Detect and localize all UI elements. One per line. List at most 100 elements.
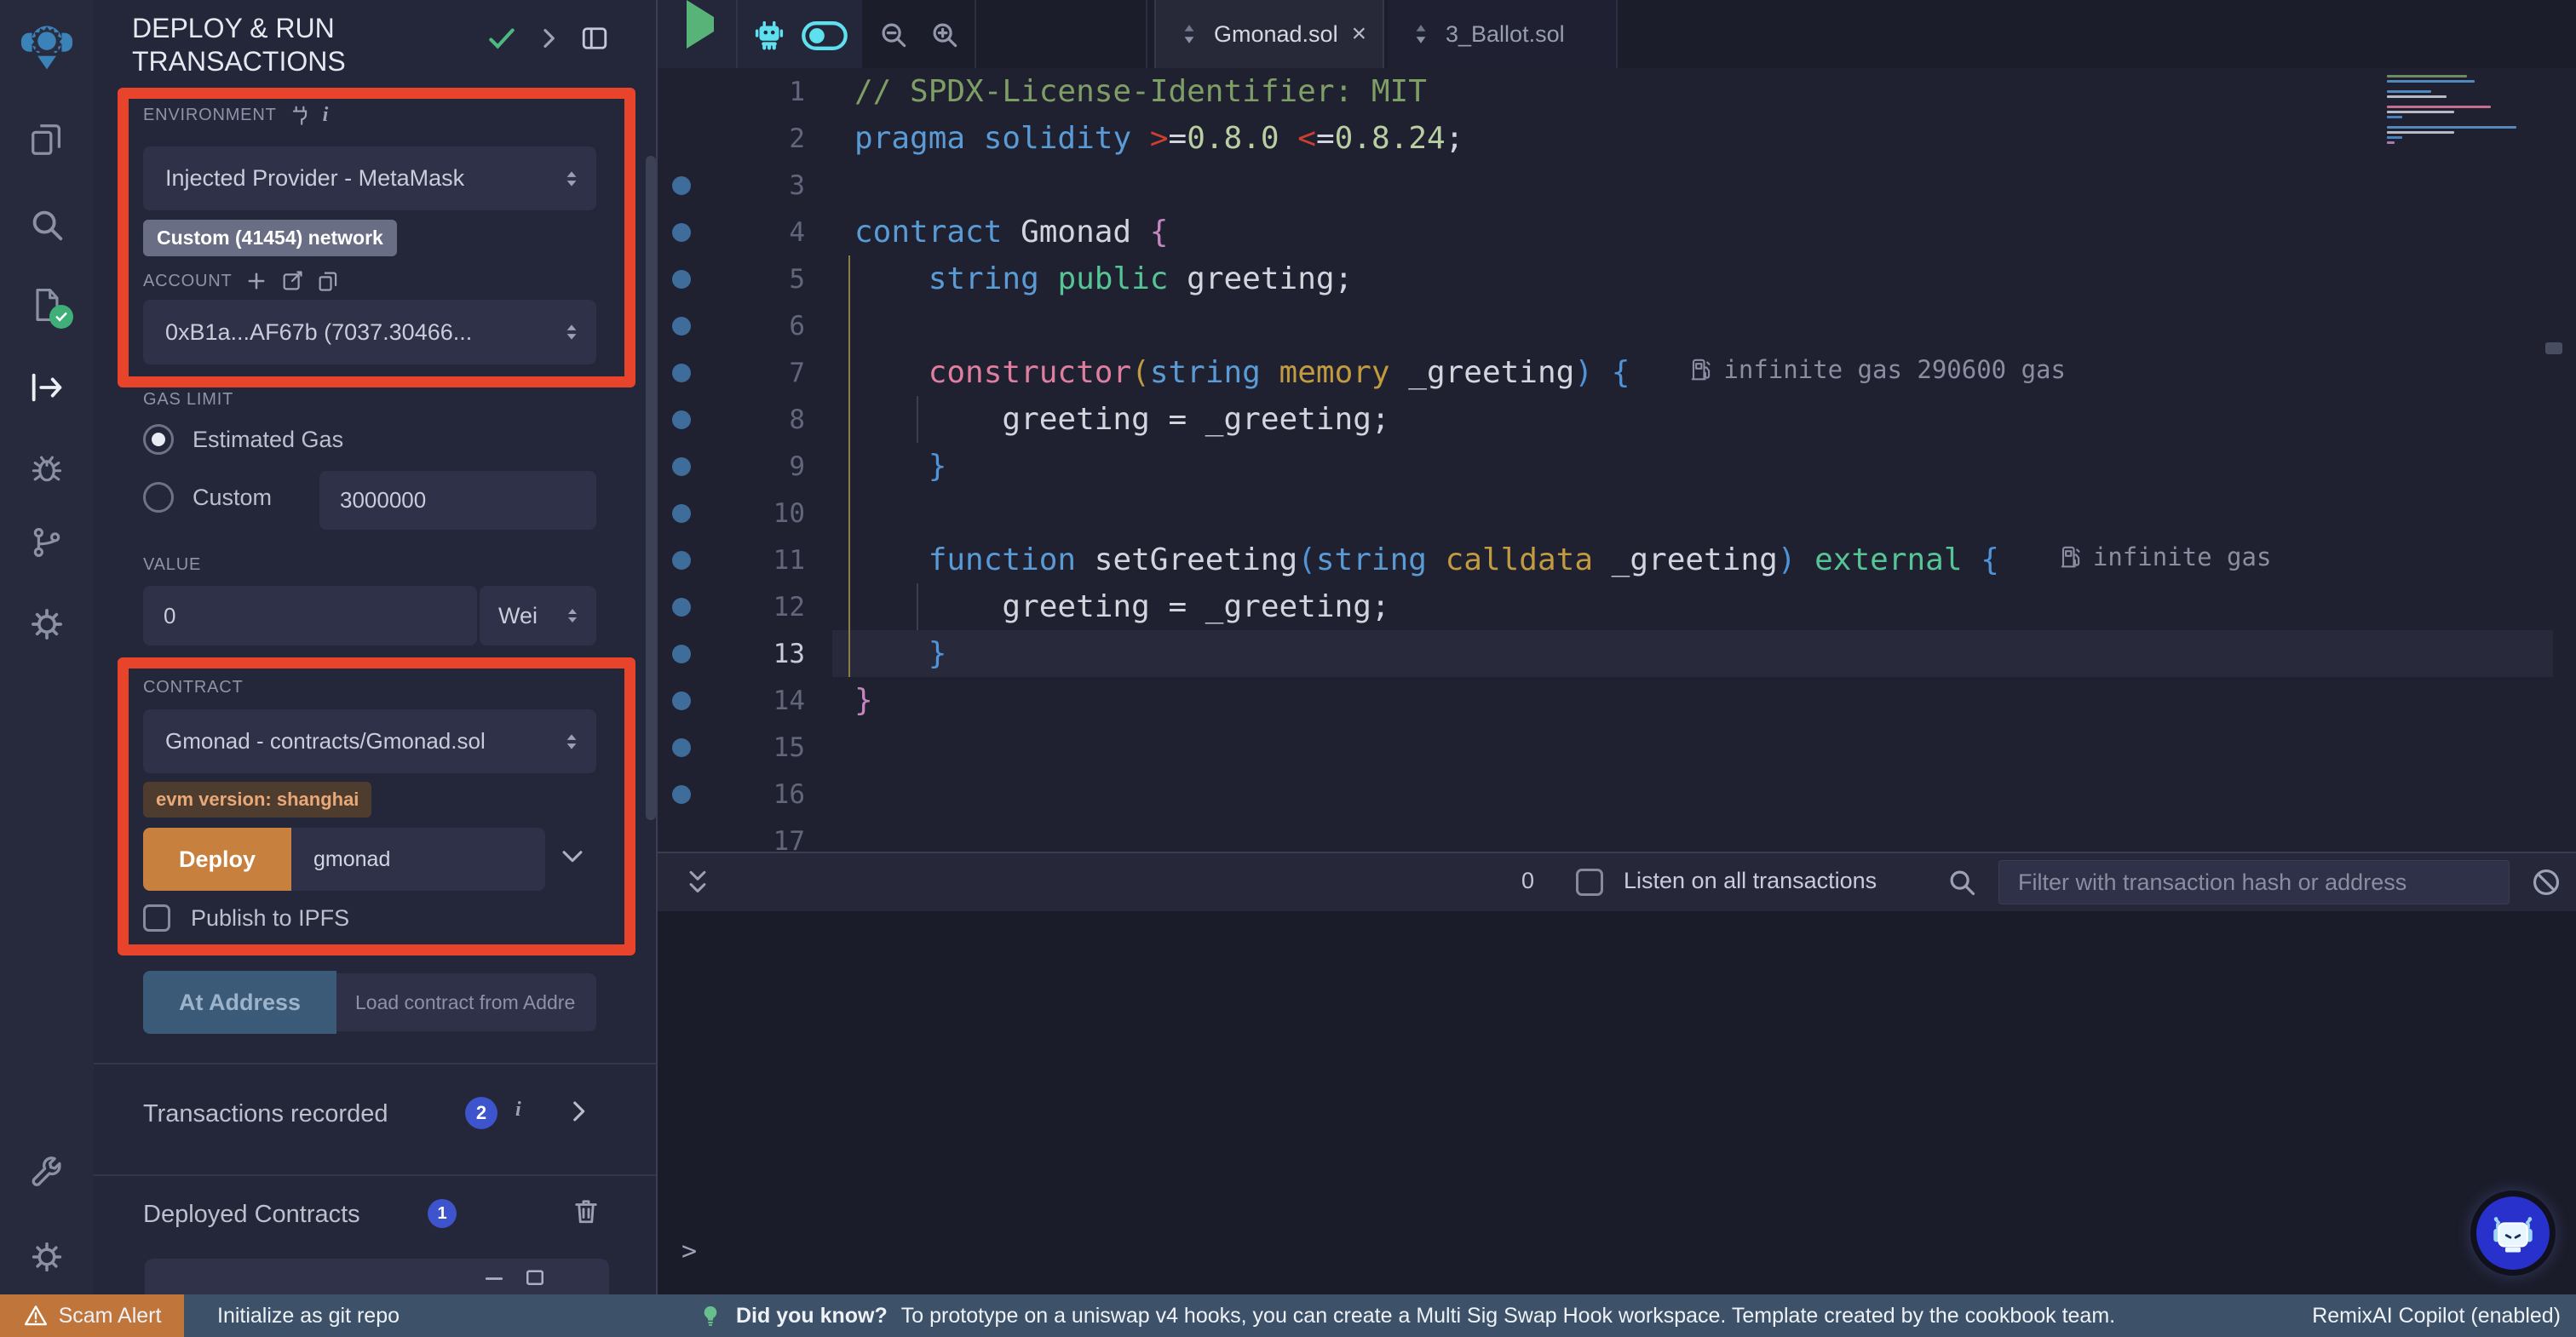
deployed-contracts-label: Deployed Contracts: [143, 1201, 360, 1229]
evm-version-badge: evm version: shanghai: [143, 782, 371, 818]
maximize-icon[interactable]: [522, 1264, 548, 1289]
trash-icon[interactable]: [571, 1196, 601, 1226]
ai-assistant-robot-icon[interactable]: [750, 15, 789, 55]
transactions-expand-chevron-icon[interactable]: [564, 1097, 593, 1126]
zoom-out-icon[interactable]: [877, 19, 910, 51]
account-label-row: ACCOUNT: [143, 269, 340, 293]
at-address-button[interactable]: At Address: [143, 971, 336, 1034]
sidebar-item-solidity-compiler[interactable]: [0, 273, 94, 337]
expand-terminal-chevrons-icon[interactable]: [681, 867, 714, 899]
select-stepper-icon: [561, 321, 583, 343]
terminal-toolbar: 0 Listen on all transactions: [658, 852, 2576, 911]
custom-gas-input[interactable]: [319, 471, 596, 530]
line-number: 11: [704, 545, 805, 576]
clear-console-ban-icon[interactable]: [2530, 866, 2562, 898]
icon-rail: [0, 0, 94, 1294]
line-number: 4: [704, 217, 805, 248]
deploy-param-input[interactable]: [291, 828, 545, 891]
zoom-in-icon[interactable]: [929, 19, 961, 51]
sidebar-item-debugger[interactable]: [0, 436, 94, 501]
breakpoint-dot: [672, 364, 691, 382]
tab-label: 3_Ballot.sol: [1446, 21, 1565, 48]
remixai-assistant-bubble[interactable]: [2470, 1191, 2556, 1276]
environment-select[interactable]: Injected Provider - MetaMask: [143, 146, 596, 210]
editor-scrollbar-marker[interactable]: [2545, 342, 2562, 354]
contract-value: Gmonad - contracts/Gmonad.sol: [143, 728, 486, 755]
transaction-filter-input[interactable]: [1998, 860, 2510, 904]
code-line: 14}: [658, 677, 2576, 724]
transactions-info-icon[interactable]: i: [515, 1099, 521, 1122]
code-line: 1// SPDX-License-Identifier: MIT: [658, 68, 2576, 115]
account-select[interactable]: 0xB1a...AF67b (7037.30466...: [143, 300, 596, 364]
add-account-icon[interactable]: [244, 269, 268, 293]
code-lines: 1// SPDX-License-Identifier: MIT2pragma …: [658, 68, 2576, 852]
edit-account-icon[interactable]: [280, 269, 304, 293]
panel-collapse-chevron-icon[interactable]: [535, 25, 562, 52]
did-you-know-tip: Did you know? To prototype on a uniswap …: [699, 1294, 2115, 1337]
deploy-expand-chevron-icon[interactable]: [558, 841, 587, 870]
publish-ipfs-checkbox[interactable]: [143, 904, 170, 932]
close-icon[interactable]: ×: [1352, 20, 1367, 49]
code-editor[interactable]: 1// SPDX-License-Identifier: MIT2pragma …: [658, 68, 2576, 852]
terminal-prompt: >: [681, 1237, 697, 1266]
code-line: 4contract Gmonad {: [658, 209, 2576, 255]
remix-logo[interactable]: [14, 15, 79, 80]
tab-label: Gmonad.sol: [1214, 21, 1338, 48]
sidebar-item-tools[interactable]: [0, 1142, 94, 1207]
deploy-run-panel: DEPLOY & RUN TRANSACTIONS ENVIRONMENT i …: [94, 0, 658, 1294]
code-line: 3: [658, 162, 2576, 209]
minimize-icon[interactable]: [481, 1264, 507, 1289]
gas-estimate-note: infinite gas 290600 gas: [1689, 355, 2066, 384]
code-line: 10: [658, 490, 2576, 537]
deploy-run-icon: [27, 368, 66, 407]
value-unit-select[interactable]: Wei: [480, 586, 596, 646]
scam-alert-button[interactable]: Scam Alert: [0, 1294, 184, 1337]
sidebar-item-git[interactable]: [0, 510, 94, 575]
estimated-gas-radio[interactable]: [143, 424, 174, 455]
solidity-file-icon: [1410, 20, 1432, 48]
line-number: 5: [704, 264, 805, 295]
git-branch-icon: [29, 525, 65, 560]
environment-info-icon[interactable]: i: [323, 104, 329, 127]
account-label: ACCOUNT: [143, 272, 233, 291]
copy-account-icon[interactable]: [316, 269, 340, 293]
deployed-count-badge: 1: [428, 1199, 457, 1228]
sidebar-item-settings[interactable]: [0, 592, 94, 657]
copilot-toggle-icon[interactable]: [801, 19, 848, 53]
deployed-contract-card[interactable]: [145, 1259, 609, 1294]
terminal-output[interactable]: >: [658, 911, 2576, 1294]
gas-limit-label: GAS LIMIT: [143, 390, 233, 410]
estimated-gas-option[interactable]: Estimated Gas: [143, 424, 343, 455]
contract-label: CONTRACT: [143, 678, 244, 697]
minimap[interactable]: [2387, 75, 2516, 146]
deploy-button[interactable]: Deploy: [143, 828, 291, 891]
value-label: VALUE: [143, 555, 201, 575]
breakpoint-dot: [672, 691, 691, 710]
panel-pin-columns-icon[interactable]: [579, 23, 610, 54]
environment-value: Injected Provider - MetaMask: [143, 165, 464, 192]
breakpoint-dot: [672, 598, 691, 617]
value-input[interactable]: [143, 586, 477, 646]
custom-gas-option[interactable]: Custom: [143, 482, 272, 513]
code-line: 17: [658, 818, 2576, 852]
custom-gas-radio[interactable]: [143, 482, 174, 513]
publish-ipfs-label: Publish to IPFS: [191, 905, 349, 932]
tab-gmonad-sol[interactable]: Gmonad.sol ×: [1154, 0, 1384, 68]
sidebar-item-file-explorer[interactable]: [0, 107, 94, 172]
plug-icon[interactable]: [289, 105, 311, 127]
contract-select[interactable]: Gmonad - contracts/Gmonad.sol: [143, 709, 596, 773]
search-icon[interactable]: [1946, 866, 1978, 898]
git-init-button[interactable]: Initialize as git repo: [217, 1304, 400, 1328]
sidebar-item-preferences[interactable]: [0, 1225, 94, 1289]
transactions-recorded-label: Transactions recorded: [143, 1100, 388, 1128]
code-line: 11 function setGreeting(string calldata …: [658, 537, 2576, 583]
panel-scrollbar[interactable]: [646, 156, 656, 820]
listen-transactions-checkbox[interactable]: [1576, 869, 1603, 896]
at-address-input[interactable]: [336, 973, 596, 1031]
sidebar-item-deploy-and-run[interactable]: [0, 355, 94, 420]
line-number: 10: [704, 498, 805, 529]
tab-3-ballot-sol[interactable]: 3_Ballot.sol: [1388, 0, 1616, 68]
sidebar-item-search[interactable]: [0, 192, 94, 257]
remixai-copilot-status[interactable]: RemixAI Copilot (enabled): [2312, 1304, 2561, 1328]
run-script-button[interactable]: [687, 17, 714, 32]
